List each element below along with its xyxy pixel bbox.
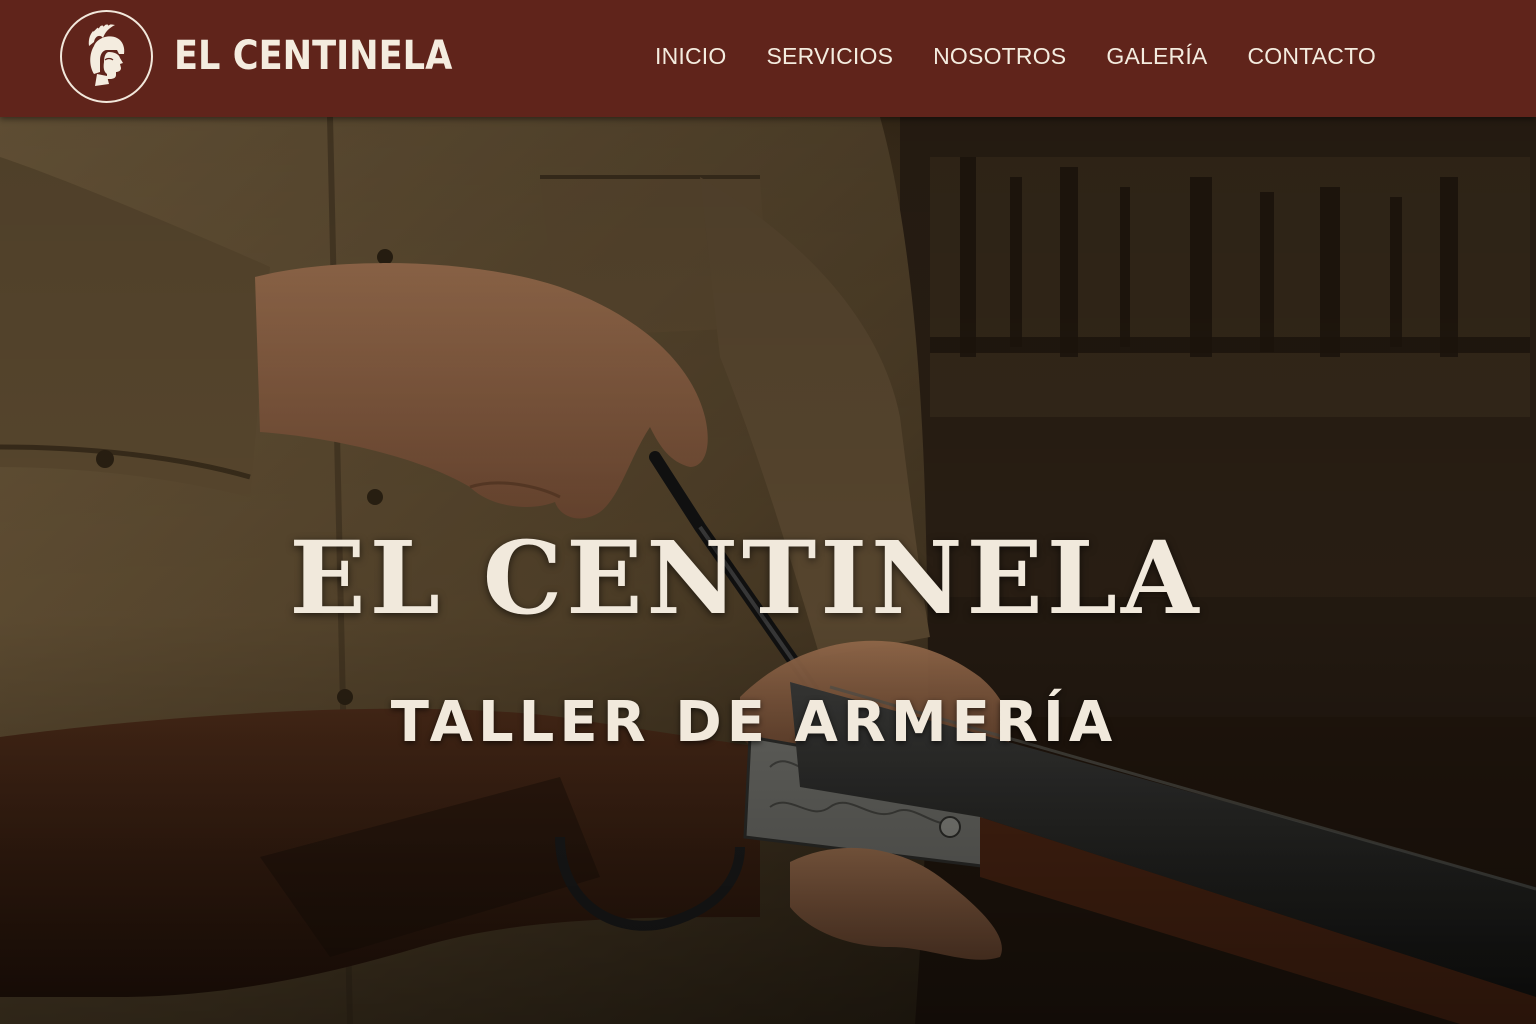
hero-section: EL CENTINELA TALLER DE ARMERÍA	[0, 117, 1536, 1024]
main-nav: INICIO SERVICIOS NOSOTROS GALERÍA CONTAC…	[655, 38, 1376, 74]
logo	[60, 9, 153, 103]
nav-item-galeria[interactable]: GALERÍA	[1106, 43, 1207, 70]
hero-title: EL CENTINELA	[289, 519, 1203, 637]
site-header: EL CENTINELA INICIO SERVICIOS NOSOTROS G…	[0, 0, 1536, 117]
helmeted-warrior-profile-icon	[88, 22, 124, 86]
brand-home-link[interactable]: EL CENTINELA	[60, 9, 490, 103]
brand-name: EL CENTINELA	[174, 33, 453, 79]
nav-item-servicios[interactable]: SERVICIOS	[766, 43, 893, 70]
nav-item-inicio[interactable]: INICIO	[655, 43, 726, 70]
nav-item-nosotros[interactable]: NOSOTROS	[933, 43, 1066, 70]
hero-subtitle: TALLER DE ARMERÍA	[390, 690, 1118, 755]
nav-item-contacto[interactable]: CONTACTO	[1247, 43, 1376, 70]
